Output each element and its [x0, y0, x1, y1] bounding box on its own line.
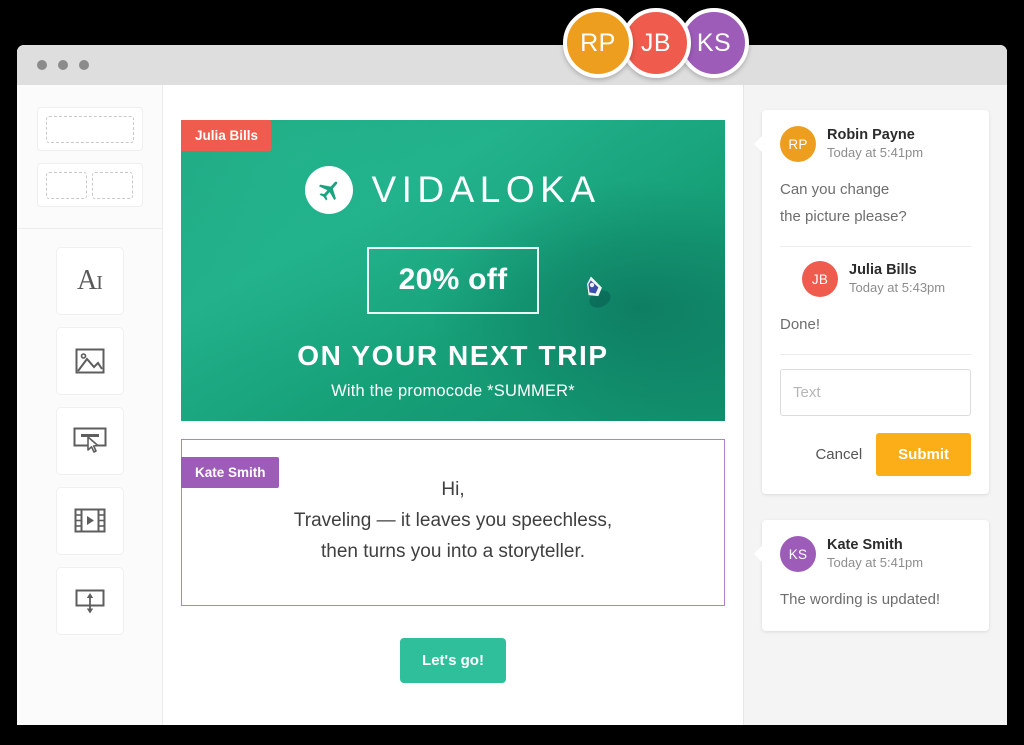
avatar-initials: RP: [788, 136, 808, 152]
block-owner-tag-kate: Kate Smith: [181, 457, 279, 488]
avatar-initials: KS: [696, 28, 732, 57]
cta-block: Let's go!: [181, 606, 725, 683]
banner-headline: ON YOUR NEXT TRIP: [297, 340, 609, 371]
editor-sidebar: AI: [17, 85, 163, 725]
text-line-3: then turns you into a storyteller.: [320, 541, 586, 562]
avatar-initials: JB: [811, 271, 829, 287]
video-icon: [74, 508, 105, 533]
comment-header: KS Kate Smith Today at 5:41pm: [780, 536, 971, 572]
window-titlebar: [17, 45, 1007, 85]
submit-button[interactable]: Submit: [876, 433, 971, 476]
tool-image[interactable]: [55, 327, 124, 395]
banner-image: VIDALOKA 20% off ON YOUR NEXT TRIP With …: [181, 120, 725, 421]
close-dot-icon[interactable]: [37, 60, 47, 70]
tool-button[interactable]: [55, 407, 124, 475]
layout-one-column[interactable]: [36, 107, 143, 151]
avatar-kate-smith-small: KS: [780, 536, 816, 572]
comment-body: The wording is updated!: [780, 591, 941, 608]
avatar-initials: RP: [580, 28, 616, 57]
airplane-icon: [305, 166, 354, 214]
comments-panel: RP Robin Payne Today at 5:41pm Can you c…: [743, 85, 1007, 725]
browser-window: AI Julia Bills VIDALOKA 20% off ON YOUR …: [17, 45, 1007, 725]
reply-divider: [780, 354, 971, 355]
comment-timestamp: Today at 5:41pm: [827, 144, 924, 160]
comment-header: RP Robin Payne Today at 5:41pm: [780, 126, 971, 162]
text-line-2: Traveling — it leaves you speechless,: [293, 510, 613, 531]
reply-author: Julia Bills: [849, 261, 917, 278]
divider-icon: [75, 589, 104, 614]
comment-body: Can you change the picture please?: [780, 176, 971, 230]
tool-video[interactable]: [55, 487, 124, 555]
avatar-robin-payne[interactable]: RP: [563, 8, 633, 78]
avatar-initials: JB: [640, 28, 672, 57]
cancel-button[interactable]: Cancel: [815, 446, 862, 463]
email-canvas: Julia Bills VIDALOKA 20% off ON YOUR NEX…: [163, 85, 743, 725]
block-owner-tag-julia: Julia Bills: [181, 120, 272, 151]
comment-thread-robin: RP Robin Payne Today at 5:41pm Can you c…: [754, 110, 989, 494]
comment-thread-kate: KS Kate Smith Today at 5:41pm The wordin…: [754, 520, 989, 631]
tool-text[interactable]: AI: [55, 247, 124, 315]
comment-author: Kate Smith: [827, 536, 903, 553]
button-icon: [73, 427, 106, 453]
sidebar-divider: [17, 228, 163, 229]
lets-go-button[interactable]: Let's go!: [400, 638, 506, 683]
column-placeholder: [92, 171, 133, 199]
maximize-dot-icon[interactable]: [79, 60, 89, 70]
tool-divider[interactable]: [55, 567, 124, 635]
reply-body: Done!: [780, 316, 821, 333]
column-placeholder: [46, 171, 87, 199]
layout-two-column[interactable]: [36, 163, 143, 207]
comment-author: Robin Payne: [827, 126, 915, 143]
comment-divider: [780, 246, 971, 247]
banner-subline: With the promocode *SUMMER*: [331, 382, 575, 400]
reply-input[interactable]: [780, 369, 971, 416]
comment-body-line-2: the picture please?: [780, 208, 907, 225]
comment-timestamp: Today at 5:41pm: [827, 554, 924, 570]
collaborator-avatars: RP JB KS: [563, 8, 749, 78]
reply-header: JB Julia Bills Today at 5:43pm: [780, 261, 971, 297]
avatar-julia-bills-small: JB: [802, 261, 838, 297]
minimize-dot-icon[interactable]: [58, 60, 68, 70]
brand-lockup: VIDALOKA: [181, 166, 725, 214]
brand-name: VIDALOKA: [371, 169, 601, 210]
avatar-robin-payne-small: RP: [780, 126, 816, 162]
comment-body-line-1: Can you change: [780, 181, 890, 198]
screenshot-stage: RP JB KS AI Julia Bills VIDALOKA 20% off…: [0, 0, 1024, 745]
avatar-initials: KS: [788, 546, 808, 562]
reply-actions: Cancel Submit: [780, 433, 971, 476]
banner-block[interactable]: Julia Bills VIDALOKA 20% off ON YOUR NEX…: [181, 120, 725, 421]
column-placeholder: [45, 115, 134, 143]
offer-text: 20% off: [398, 263, 508, 296]
offer-badge: 20% off: [366, 247, 540, 314]
reply-timestamp: Today at 5:43pm: [849, 279, 946, 295]
image-icon: [75, 348, 104, 374]
text-icon: AI: [77, 265, 103, 296]
text-block[interactable]: Kate Smith Hi, Traveling — it leaves you…: [181, 439, 725, 606]
